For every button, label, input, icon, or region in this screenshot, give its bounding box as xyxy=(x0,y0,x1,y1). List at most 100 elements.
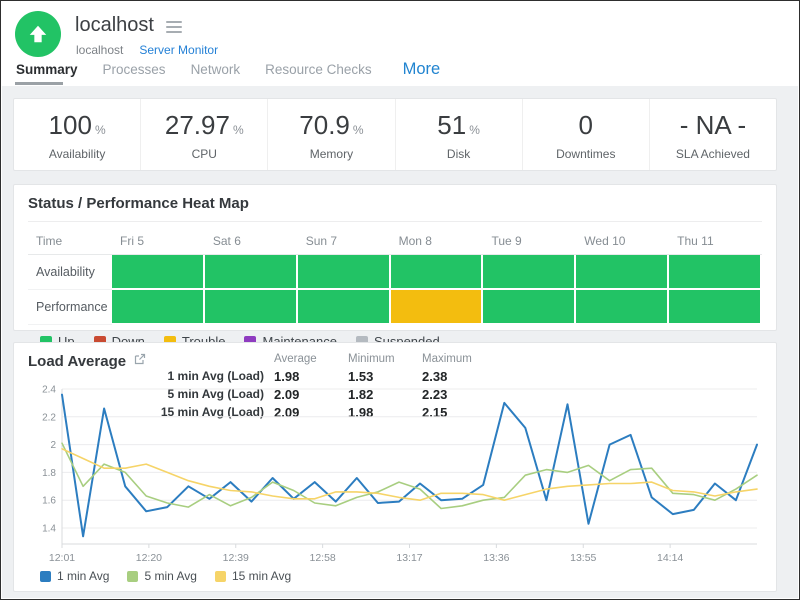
stat-downtimes: 0 Downtimes xyxy=(523,99,650,170)
heatmap-col-tue-9: Tue 9 xyxy=(483,228,576,254)
tab-resource-checks[interactable]: Resource Checks xyxy=(265,62,372,77)
summary-col-average: Average xyxy=(274,353,348,367)
stat-label: Downtimes xyxy=(523,147,649,161)
stat-availability: 100% Availability xyxy=(14,99,141,170)
arrow-up-icon xyxy=(27,23,49,45)
stats-summary-panel: 100%Availability27.97%CPU70.9%Memory51%D… xyxy=(13,98,777,171)
chart-legend-label: 15 min Avg xyxy=(232,569,291,583)
heatmap-cell-performance-sat-6[interactable] xyxy=(205,290,298,325)
heatmap-row-availability: Availability xyxy=(28,255,762,290)
stat-value: 70.9% xyxy=(268,112,394,138)
active-tab-underline xyxy=(15,82,63,85)
stat-label: Disk xyxy=(396,147,522,161)
stat-unit: % xyxy=(95,123,106,137)
chart-tick-label: 13:36 xyxy=(483,552,509,564)
monitor-name: localhost xyxy=(76,43,123,57)
stat-value: 51% xyxy=(396,112,522,138)
heatmap-cell-performance-sun-7[interactable] xyxy=(298,290,391,325)
heatmap-title: Status / Performance Heat Map xyxy=(28,195,762,212)
heatmap-table: TimeFri 5Sat 6Sun 7Mon 8Tue 9Wed 10Thu 1… xyxy=(28,228,762,325)
heatmap-cell-performance-wed-10[interactable] xyxy=(576,290,669,325)
load-average-title: Load Average xyxy=(28,353,126,370)
stat-memory: 70.9% Memory xyxy=(268,99,395,170)
hamburger-menu-icon[interactable] xyxy=(166,19,182,33)
chart-tick-label: 2 xyxy=(50,440,56,451)
chart-legend-label: 5 min Avg xyxy=(144,569,196,583)
chart-tick-label: 2.2 xyxy=(42,412,56,423)
chart-tick-label: 13:55 xyxy=(570,552,596,564)
tab-processes[interactable]: Processes xyxy=(103,62,166,77)
load-average-chart-area: 1.4 1.6 1.8 2 2.2 2.4 12:01 12:20 12:39 12:58 13:1… xyxy=(22,379,770,576)
heatmap-cell-availability-tue-9[interactable] xyxy=(483,255,576,290)
heatmap-cell-availability-mon-8[interactable] xyxy=(391,255,484,290)
heatmap-cell-availability-sat-6[interactable] xyxy=(205,255,298,290)
chart-tick-label: 13:17 xyxy=(396,552,422,564)
stat-cpu: 27.97% CPU xyxy=(141,99,268,170)
chart-tick-label: 2.4 xyxy=(42,385,56,396)
chart-legend-5-min-avg[interactable]: 5 min Avg xyxy=(127,569,196,583)
summary-col-minimum: Minimum xyxy=(348,353,422,367)
chart-legend: 1 min Avg 5 min Avg 15 min Avg xyxy=(40,569,291,583)
heatmap-col-fri-5: Fri 5 xyxy=(112,228,205,254)
heatmap-col-thu-11: Thu 11 xyxy=(669,228,762,254)
heatmap-col-mon-8: Mon 8 xyxy=(391,228,484,254)
load-average-panel: Load Average AverageMinimumMaximum 1 min … xyxy=(13,342,777,592)
chart-tick-label: 1.4 xyxy=(42,524,56,535)
chart-tick-label: 1.6 xyxy=(42,496,56,507)
chart-tick-label: 12:01 xyxy=(49,552,75,564)
monitor-type-link[interactable]: Server Monitor xyxy=(139,43,218,57)
heatmap-cell-availability-sun-7[interactable] xyxy=(298,255,391,290)
heatmap-row-label: Performance xyxy=(28,290,112,325)
tab-summary[interactable]: Summary xyxy=(16,62,78,77)
heatmap-col-sun-7: Sun 7 xyxy=(298,228,391,254)
heatmap-col-sat-6: Sat 6 xyxy=(205,228,298,254)
chart-tick-label: 14:14 xyxy=(657,552,683,564)
stat-label: Memory xyxy=(268,147,394,161)
heatmap-cell-performance-mon-8[interactable] xyxy=(391,290,484,325)
stat-unit: % xyxy=(353,123,364,137)
chart-legend-swatch-1-min-avg xyxy=(40,571,51,582)
stat-label: CPU xyxy=(141,147,267,161)
stat-sla-achieved: - NA - SLA Achieved xyxy=(650,99,776,170)
heatmap-panel: Status / Performance Heat Map TimeFri 5S… xyxy=(13,184,777,331)
stat-label: Availability xyxy=(14,147,140,161)
tab-network[interactable]: Network xyxy=(191,62,241,77)
chart-legend-label: 1 min Avg xyxy=(57,569,109,583)
heatmap-cell-performance-fri-5[interactable] xyxy=(112,290,205,325)
stat-value: - NA - xyxy=(650,112,776,138)
stat-value: 100% xyxy=(14,112,140,138)
chart-legend-1-min-avg[interactable]: 1 min Avg xyxy=(40,569,109,583)
load-average-chart[interactable]: 1.4 1.6 1.8 2 2.2 2.4 12:01 12:20 12:39 12:58 13:1… xyxy=(22,379,770,571)
heatmap-col-time: Time xyxy=(28,228,112,254)
chart-tick-label: 12:39 xyxy=(223,552,249,564)
chart-legend-swatch-5-min-avg xyxy=(127,571,138,582)
stat-unit: % xyxy=(469,123,480,137)
heatmap-cell-performance-tue-9[interactable] xyxy=(483,290,576,325)
stat-value: 0 xyxy=(523,112,649,138)
heatmap-row-label: Availability xyxy=(28,255,112,290)
stat-label: SLA Achieved xyxy=(650,147,776,161)
heatmap-header-row: TimeFri 5Sat 6Sun 7Mon 8Tue 9Wed 10Thu 1… xyxy=(28,228,762,255)
heatmap-col-wed-10: Wed 10 xyxy=(576,228,669,254)
summary-col-maximum: Maximum xyxy=(422,353,502,367)
stat-disk: 51% Disk xyxy=(396,99,523,170)
monitor-status-avatar xyxy=(15,11,61,57)
stat-unit: % xyxy=(233,123,244,137)
heatmap-cell-availability-thu-11[interactable] xyxy=(669,255,762,290)
heatmap-cell-performance-thu-11[interactable] xyxy=(669,290,762,325)
stat-value: 27.97% xyxy=(141,112,267,138)
heatmap-row-performance: Performance xyxy=(28,290,762,325)
tab-more[interactable]: More xyxy=(403,60,441,79)
chart-legend-15-min-avg[interactable]: 15 min Avg xyxy=(215,569,291,583)
monitor-header: localhost localhostServer Monitor Summar… xyxy=(2,2,798,86)
chart-legend-swatch-15-min-avg xyxy=(215,571,226,582)
external-link-icon[interactable] xyxy=(134,352,146,370)
chart-tick-label: 12:58 xyxy=(309,552,335,564)
divider xyxy=(28,221,762,222)
tab-bar: Summary Processes Network Resource Checks Mo… xyxy=(16,60,440,79)
heatmap-cell-availability-fri-5[interactable] xyxy=(112,255,205,290)
chart-tick-label: 12:20 xyxy=(136,552,162,564)
heatmap-cell-availability-wed-10[interactable] xyxy=(576,255,669,290)
chart-tick-label: 1.8 xyxy=(42,468,56,479)
series-1-min-avg xyxy=(62,395,757,537)
